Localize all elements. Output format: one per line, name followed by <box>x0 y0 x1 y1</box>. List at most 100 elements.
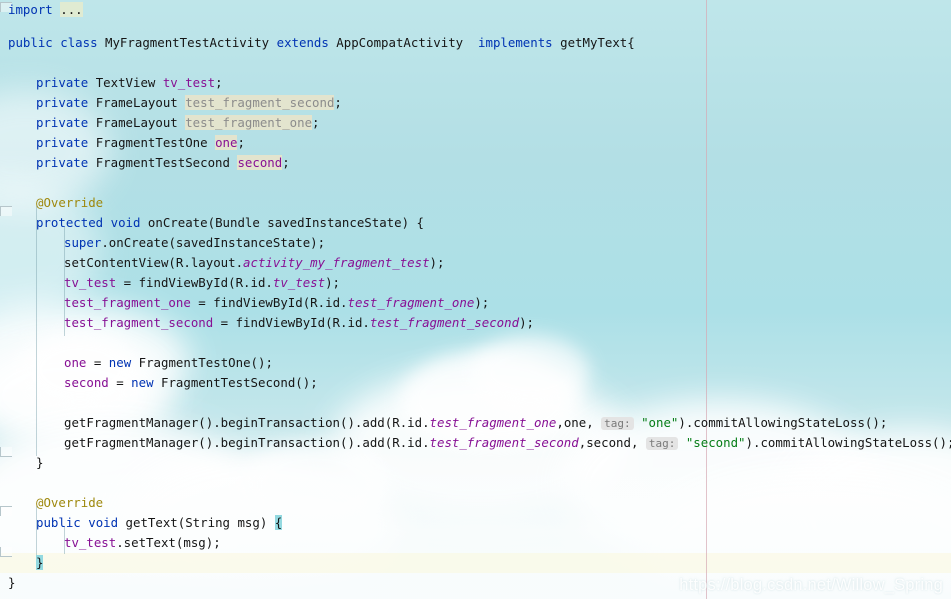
code-token: { <box>274 515 283 530</box>
code-token: FragmentTestSecond(); <box>153 375 318 390</box>
code-line[interactable]: test_fragment_one = findViewById(R.id.te… <box>64 293 489 313</box>
code-token: ,second, <box>578 435 646 450</box>
code-line[interactable]: } <box>8 573 15 593</box>
code-token: tv_test <box>162 75 216 90</box>
code-token: } <box>36 555 44 570</box>
code-token: ).commitAllowingStateLoss(); <box>745 435 951 450</box>
code-token: private <box>36 95 89 110</box>
code-token: ; <box>237 135 245 150</box>
code-line[interactable]: } <box>36 553 44 573</box>
code-token: import <box>8 2 53 17</box>
code-token: ; <box>215 75 223 90</box>
code-content[interactable]: import ... public class MyFragmentTestAct… <box>0 0 951 599</box>
code-token: getMyText{ <box>560 35 635 50</box>
code-token: getText <box>125 515 178 530</box>
code-token: ) { <box>401 215 424 230</box>
code-token: getFragmentManager().beginTransaction().… <box>64 435 430 450</box>
code-token: protected <box>36 215 104 230</box>
screenshot-root: import ... public class MyFragmentTestAct… <box>0 0 951 599</box>
code-token: FrameLayout <box>95 115 178 130</box>
code-token: = <box>86 355 109 370</box>
code-token: "second" <box>685 435 746 450</box>
code-token: AppCompatActivity <box>336 35 464 50</box>
code-token: test_fragment_one <box>185 115 313 130</box>
code-token: FragmentTestSecond <box>95 155 230 170</box>
code-token: test_fragment_one <box>64 295 191 310</box>
watermark-text: https://blog.csdn.net/Willow_Spring <box>679 576 943 594</box>
code-line[interactable]: second = new FragmentTestSecond(); <box>64 373 318 393</box>
code-token: test_fragment_one <box>429 415 557 430</box>
code-token: MyFragmentTestActivity <box>105 35 270 50</box>
code-token: ; <box>334 95 342 110</box>
code-token: ; <box>282 155 290 170</box>
code-token: ( <box>207 215 216 230</box>
code-token: @Override <box>36 495 104 510</box>
code-token: private <box>36 115 89 130</box>
code-line[interactable]: public void getText(String msg) { <box>36 513 283 533</box>
code-token: test_fragment_one <box>347 295 475 310</box>
code-token: @Override <box>36 195 104 210</box>
code-editor[interactable]: import ... public class MyFragmentTestAct… <box>0 0 951 599</box>
code-line[interactable]: getFragmentManager().beginTransaction().… <box>64 413 887 433</box>
code-token: ,one, <box>556 415 602 430</box>
code-token: } <box>36 455 44 470</box>
code-line[interactable]: } <box>36 453 43 473</box>
code-line[interactable]: one = new FragmentTestOne(); <box>64 353 273 373</box>
code-token: test_fragment_second <box>64 315 214 330</box>
code-token: (String msg) <box>177 515 275 530</box>
code-token: activity_my_fragment_test <box>243 255 430 270</box>
code-token: one <box>215 135 238 150</box>
code-token: tv_test <box>64 535 117 550</box>
code-line[interactable]: test_fragment_second = findViewById(R.id… <box>64 313 534 333</box>
code-line[interactable]: setContentView(R.layout.activity_my_frag… <box>64 253 444 273</box>
code-token: ; <box>312 115 320 130</box>
code-token: "one" <box>641 415 679 430</box>
code-line[interactable]: private FrameLayout test_fragment_one; <box>36 113 320 133</box>
code-token: ); <box>325 275 341 290</box>
code-token: private <box>36 155 89 170</box>
code-line[interactable]: protected void onCreate(Bundle savedInst… <box>36 213 424 233</box>
code-line[interactable]: private FragmentTestOne one; <box>36 133 245 153</box>
code-line[interactable]: public class MyFragmentTestActivity exte… <box>8 33 635 53</box>
code-line[interactable]: tv_test.setText(msg); <box>64 533 221 553</box>
code-token: TextView <box>95 75 156 90</box>
code-token: super <box>64 235 102 250</box>
code-token: one <box>64 355 87 370</box>
code-token: = findViewById(R.id. <box>213 315 370 330</box>
code-line[interactable]: private FragmentTestSecond second; <box>36 153 290 173</box>
code-token: public <box>36 515 81 530</box>
code-line[interactable]: import ... <box>8 0 83 20</box>
code-token: test_fragment_second <box>369 315 520 330</box>
code-line[interactable]: private FrameLayout test_fragment_second… <box>36 93 342 113</box>
code-line[interactable]: getFragmentManager().beginTransaction().… <box>64 433 951 453</box>
code-line[interactable]: @Override <box>36 193 103 213</box>
code-token: tv_test <box>64 275 117 290</box>
code-token: ); <box>474 295 490 310</box>
code-line[interactable]: private TextView tv_test; <box>36 73 223 93</box>
code-token: onCreate <box>147 215 208 230</box>
code-line[interactable]: @Override <box>36 493 103 513</box>
code-token: ); <box>519 315 534 330</box>
code-token: class <box>60 35 98 50</box>
code-token: new <box>131 375 154 390</box>
code-token: ).commitAllowingStateLoss(); <box>678 415 888 430</box>
code-token: Bundle savedInstanceState <box>215 215 402 230</box>
code-token: .onCreate(savedInstanceState); <box>101 235 326 250</box>
code-line[interactable]: tv_test = findViewById(R.id.tv_test); <box>64 273 340 293</box>
code-line[interactable]: super.onCreate(savedInstanceState); <box>64 233 325 253</box>
code-token: second <box>64 375 109 390</box>
code-token: FragmentTestOne <box>95 135 208 150</box>
